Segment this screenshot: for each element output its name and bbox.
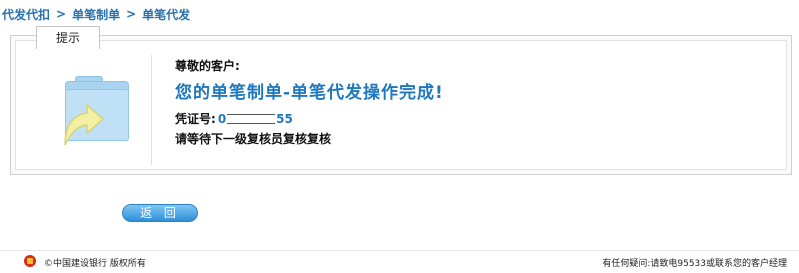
voucher-prefix: 0 bbox=[217, 111, 227, 126]
wait-review-text: 请等待下一级复核员复核复核 bbox=[175, 132, 332, 146]
breadcrumb-item-payroll[interactable]: 代发代扣 bbox=[2, 6, 50, 23]
breadcrumb-item-single-entry[interactable]: 单笔制单 bbox=[72, 6, 120, 23]
tab-notice[interactable]: 提示 bbox=[36, 26, 100, 49]
help-text: 有任何疑问:请致电95533或联系您的客户经理 bbox=[602, 259, 787, 269]
voucher-suffix: 55 bbox=[276, 111, 293, 126]
vertical-divider bbox=[151, 55, 152, 165]
back-button[interactable]: 返 回 bbox=[122, 204, 198, 222]
voucher-label: 凭证号: bbox=[175, 112, 216, 126]
breadcrumb-item-single-payment[interactable]: 单笔代发 bbox=[142, 6, 190, 23]
copyright-text: ©中国建设银行 版权所有 bbox=[44, 259, 146, 269]
voucher-number: 0 55 bbox=[218, 112, 293, 126]
bank-logo-icon bbox=[24, 255, 36, 267]
greeting-text: 尊敬的客户: bbox=[175, 59, 240, 73]
redacted-block bbox=[227, 113, 276, 124]
success-message: 您的单笔制单-单笔代发操作完成! bbox=[175, 83, 444, 103]
folder-upload-icon bbox=[55, 73, 135, 155]
footer-divider bbox=[0, 250, 799, 251]
breadcrumb: 代发代扣 > 单笔制单 > 单笔代发 bbox=[2, 6, 190, 22]
breadcrumb-separator: > bbox=[56, 7, 67, 21]
voucher-line: 凭证号: 0 55 bbox=[175, 110, 293, 127]
breadcrumb-separator: > bbox=[126, 7, 137, 21]
